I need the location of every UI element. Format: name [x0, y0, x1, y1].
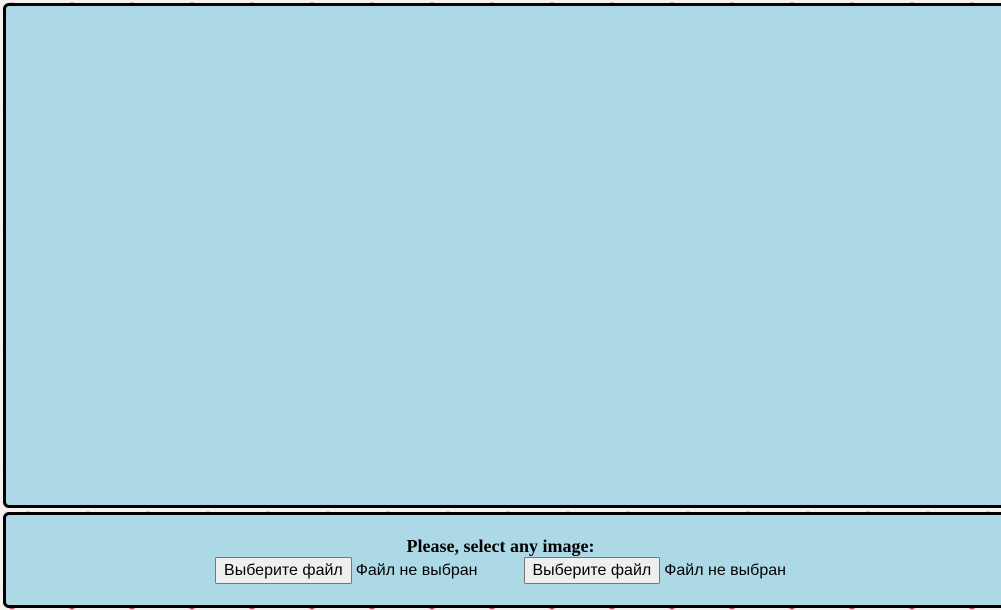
file-status-2: Файл не выбран	[664, 561, 786, 579]
file-pickers: Выберите файл Файл не выбран Выберите фа…	[0, 557, 1001, 584]
file-picker-1[interactable]: Выберите файл Файл не выбран	[215, 557, 478, 584]
image-preview-area	[3, 3, 1001, 508]
choose-file-button-2[interactable]: Выберите файл	[523, 557, 661, 584]
choose-file-button-1[interactable]: Выберите файл	[215, 557, 352, 584]
upload-heading: Please, select any image:	[406, 536, 595, 556]
file-picker-2[interactable]: Выберите файл Файл не выбран	[523, 557, 786, 584]
file-status-1: Файл не выбран	[355, 561, 478, 579]
